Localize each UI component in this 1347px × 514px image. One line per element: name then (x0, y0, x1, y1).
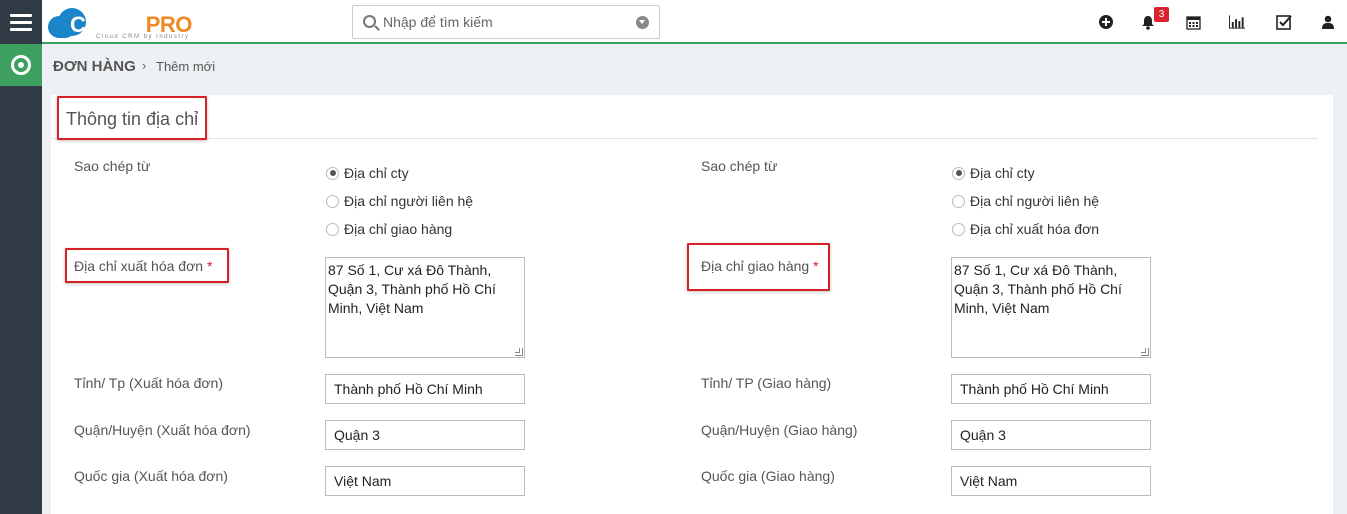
target-icon (11, 55, 31, 75)
billing-district-input[interactable] (325, 420, 525, 450)
required-marker: * (813, 258, 819, 274)
shipping-address-label: Địa chỉ giao hàng * (701, 258, 819, 274)
billing-copy-option-company[interactable]: Địa chỉ cty (326, 165, 409, 181)
bar-chart-icon[interactable] (1229, 14, 1245, 30)
shipping-district-input[interactable] (951, 420, 1151, 450)
checkbox-icon[interactable] (1276, 14, 1292, 30)
billing-copy-option-contact[interactable]: Địa chỉ người liên hệ (326, 193, 473, 209)
shipping-city-label: Tỉnh/ TP (Giao hàng) (701, 375, 832, 391)
shipping-copy-option-billing[interactable]: Địa chỉ xuất hóa đơn (952, 221, 1099, 237)
highlight-box-title (57, 96, 207, 140)
panel-header: Thông tin địa chỉ (51, 95, 1318, 139)
billing-country-label: Quốc gia (Xuất hóa đơn) (74, 468, 228, 484)
user-icon[interactable] (1320, 14, 1336, 30)
billing-copy-from-label: Sao chép từ (74, 158, 151, 174)
breadcrumb-module[interactable]: ĐƠN HÀNG (53, 58, 136, 75)
shipping-city-input[interactable] (951, 374, 1151, 404)
billing-country-input[interactable] (325, 466, 525, 496)
module-home-button[interactable] (0, 44, 42, 86)
left-rail (0, 0, 42, 514)
calendar-icon[interactable] (1185, 14, 1201, 30)
radio-icon[interactable] (952, 194, 965, 208)
brand-tagline: Cloud CRM by Industry (96, 34, 190, 40)
radio-icon[interactable] (952, 222, 965, 236)
notification-badge: 3 (1154, 7, 1169, 22)
top-bar: CLOUDPRO Cloud CRM by Industry 3 (42, 0, 1347, 44)
menu-icon[interactable] (0, 0, 42, 44)
shipping-copy-option-company[interactable]: Địa chỉ cty (952, 165, 1035, 181)
billing-copy-option-shipping[interactable]: Địa chỉ giao hàng (326, 221, 452, 237)
breadcrumb-separator: › (142, 58, 147, 73)
search-icon (363, 15, 376, 28)
breadcrumb-current: Thêm mới (156, 59, 216, 74)
radio-icon[interactable] (326, 166, 339, 180)
shipping-copy-from-label: Sao chép từ (701, 158, 778, 174)
global-search (352, 5, 660, 39)
shipping-country-label: Quốc gia (Giao hàng) (701, 468, 835, 484)
resize-handle-icon[interactable] (515, 348, 523, 356)
required-marker: * (206, 258, 213, 274)
shipping-country-input[interactable] (951, 466, 1151, 496)
billing-district-label: Quận/Huyện (Xuất hóa đơn) (74, 422, 251, 438)
logo[interactable]: CLOUDPRO Cloud CRM by Industry (48, 6, 208, 40)
plus-circle-icon[interactable] (1098, 14, 1114, 30)
shipping-copy-option-contact[interactable]: Địa chỉ người liên hệ (952, 193, 1099, 209)
search-input[interactable] (383, 6, 623, 38)
shipping-address-textarea[interactable]: 87 Số 1, Cư xá Đô Thành, Quận 3, Thành p… (951, 257, 1151, 358)
resize-handle-icon[interactable] (1141, 348, 1149, 356)
radio-icon[interactable] (326, 222, 339, 236)
address-panel: Thông tin địa chỉ Sao chép từ Địa chỉ ct… (51, 95, 1333, 514)
billing-city-label: Tỉnh/ Tp (Xuất hóa đơn) (74, 375, 224, 391)
billing-city-input[interactable] (325, 374, 525, 404)
billing-address-label: Địa chỉ xuất hóa đơn * (74, 258, 213, 274)
shipping-district-label: Quận/Huyện (Giao hàng) (701, 422, 858, 438)
radio-icon[interactable] (326, 194, 339, 208)
search-dropdown-icon[interactable] (636, 16, 649, 29)
billing-address-textarea[interactable]: 87 Số 1, Cư xá Đô Thành, Quận 3, Thành p… (325, 257, 525, 358)
breadcrumb: ĐƠN HÀNG › Thêm mới (42, 46, 1347, 86)
radio-icon[interactable] (952, 166, 965, 180)
